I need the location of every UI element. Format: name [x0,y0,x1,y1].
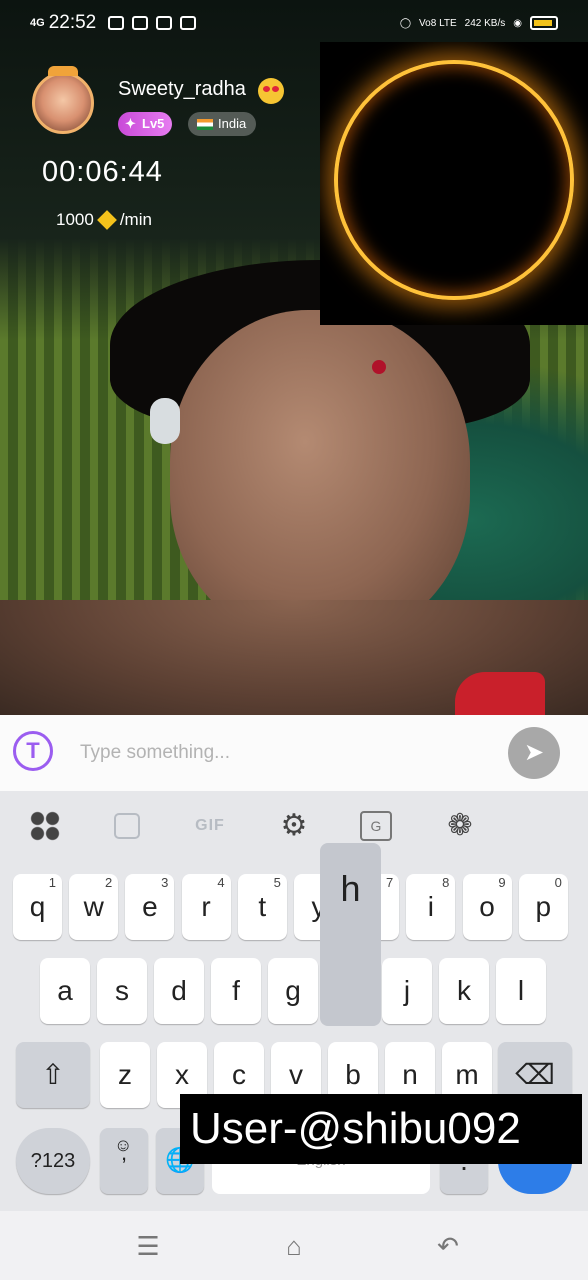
country-label: India [218,116,247,131]
caller-name: Sweety_radha [118,78,246,100]
country-badge: India [188,112,257,136]
keyboard-toolbar: GIF ⚙ G ❁ [0,791,588,861]
key-label: j [403,975,411,1006]
instagram-icon [108,16,125,30]
key-s[interactable]: s [97,958,147,1024]
diamond-icon [96,210,117,230]
key-label: f [232,975,240,1006]
key-label: q [29,891,46,922]
caller-face [170,310,470,640]
key-label: p [535,891,552,922]
video-icon [132,16,149,30]
chat-input-bar: T ➤ [0,715,588,791]
status-time: 22:52 [48,12,97,33]
sticker-icon[interactable] [114,813,140,839]
key-q[interactable]: q1 [13,874,62,940]
youtube-icon [180,16,197,30]
eclipse-ring [334,60,574,300]
key-label: i [427,891,434,922]
message-input[interactable] [80,735,480,771]
heart-eyes-emoji-icon [258,78,284,104]
crown-icon [48,66,78,76]
menu-icon[interactable]: ☰ [133,1233,163,1259]
key-label: d [171,975,187,1006]
key-hint: 9 [498,875,506,890]
key-label: z [118,1059,132,1090]
key-label: g [285,975,301,1006]
key-r[interactable]: r4 [181,874,231,940]
volte-label: Vo8 LTE [419,17,457,29]
key-p[interactable]: p0 [518,874,568,940]
gear-icon[interactable]: ⚙ [278,809,310,843]
emoji-comma-key[interactable]: ☺ , [100,1128,148,1194]
key-label: k [457,975,471,1006]
key-hint: 4 [217,875,225,890]
home-icon[interactable]: ⌂ [279,1233,309,1259]
translate-toggle-icon[interactable]: T [13,731,53,771]
level-badge: Lv5 [118,112,173,136]
key-label: b [345,1059,361,1090]
wifi-icon: ◉ [513,17,522,29]
key-label: m [455,1059,479,1090]
key-preview-popup: h [320,843,381,1026]
key-label: v [289,1059,303,1090]
key-label: l [517,975,525,1006]
key-t[interactable]: t5 [237,874,287,940]
send-button[interactable]: ➤ [508,727,560,779]
key-l[interactable]: l [496,958,546,1024]
palette-icon[interactable]: ❁ [443,809,477,843]
navigation-bar: ☰ ⌂ ↶ [0,1211,588,1280]
key-hint: 0 [554,875,562,890]
key-label: x [175,1059,189,1090]
translate-icon[interactable]: G [360,811,392,841]
key-d[interactable]: d [154,958,204,1024]
battery-icon [530,16,558,30]
key-k[interactable]: k [439,958,489,1024]
symbols-key[interactable]: ?123 [16,1128,90,1194]
network-type: 4G [30,16,45,29]
back-icon[interactable]: ↶ [433,1233,463,1259]
key-label: e [142,891,158,922]
key-hint: 3 [161,875,169,890]
status-bar: 4G 22:52 ◯ Vo8 LTE 242 KB/s ◉ [0,0,588,46]
mail-icon [156,16,173,30]
headphones-icon: ◯ [399,17,412,29]
apps-grid-icon[interactable] [30,811,60,841]
key-label: a [57,975,73,1006]
key-o[interactable]: o9 [462,874,512,940]
key-j[interactable]: j [382,958,432,1024]
key-e[interactable]: e3 [125,874,175,940]
earbud [150,398,180,444]
india-flag-icon [197,119,213,130]
key-f[interactable]: f [211,958,261,1024]
key-z[interactable]: z [100,1042,150,1108]
rate-amount: 1000 [56,210,94,229]
key-hint: 2 [104,875,113,890]
key-label: t [258,891,267,922]
self-video-preview[interactable] [320,42,588,325]
key-label: c [232,1059,246,1090]
key-label: r [201,891,211,922]
key-a[interactable]: a [40,958,90,1024]
call-rate: 1000 /min [56,210,152,230]
call-timer: 00:06:44 [42,156,163,188]
shift-key[interactable]: ⇧ [16,1042,90,1108]
key-g[interactable]: g [268,958,318,1024]
caller-avatar[interactable] [32,72,94,134]
key-hint: 1 [48,875,56,890]
key-label: o [479,891,495,922]
key-label: n [402,1059,418,1090]
watermark-username: User-@shibu092 [180,1094,582,1164]
gif-button[interactable]: GIF [190,809,230,843]
key-label: w [83,891,104,922]
key-i[interactable]: i8 [406,874,456,940]
key-hint: 5 [273,875,281,890]
emoji-icon: ☺ [114,1135,133,1155]
key-hint: 7 [385,875,394,890]
key-w[interactable]: w2 [69,874,119,940]
rate-unit: /min [119,210,152,229]
key-label: s [115,975,129,1006]
key-hint: 8 [442,875,450,890]
network-speed: 242 KB/s [464,17,506,29]
